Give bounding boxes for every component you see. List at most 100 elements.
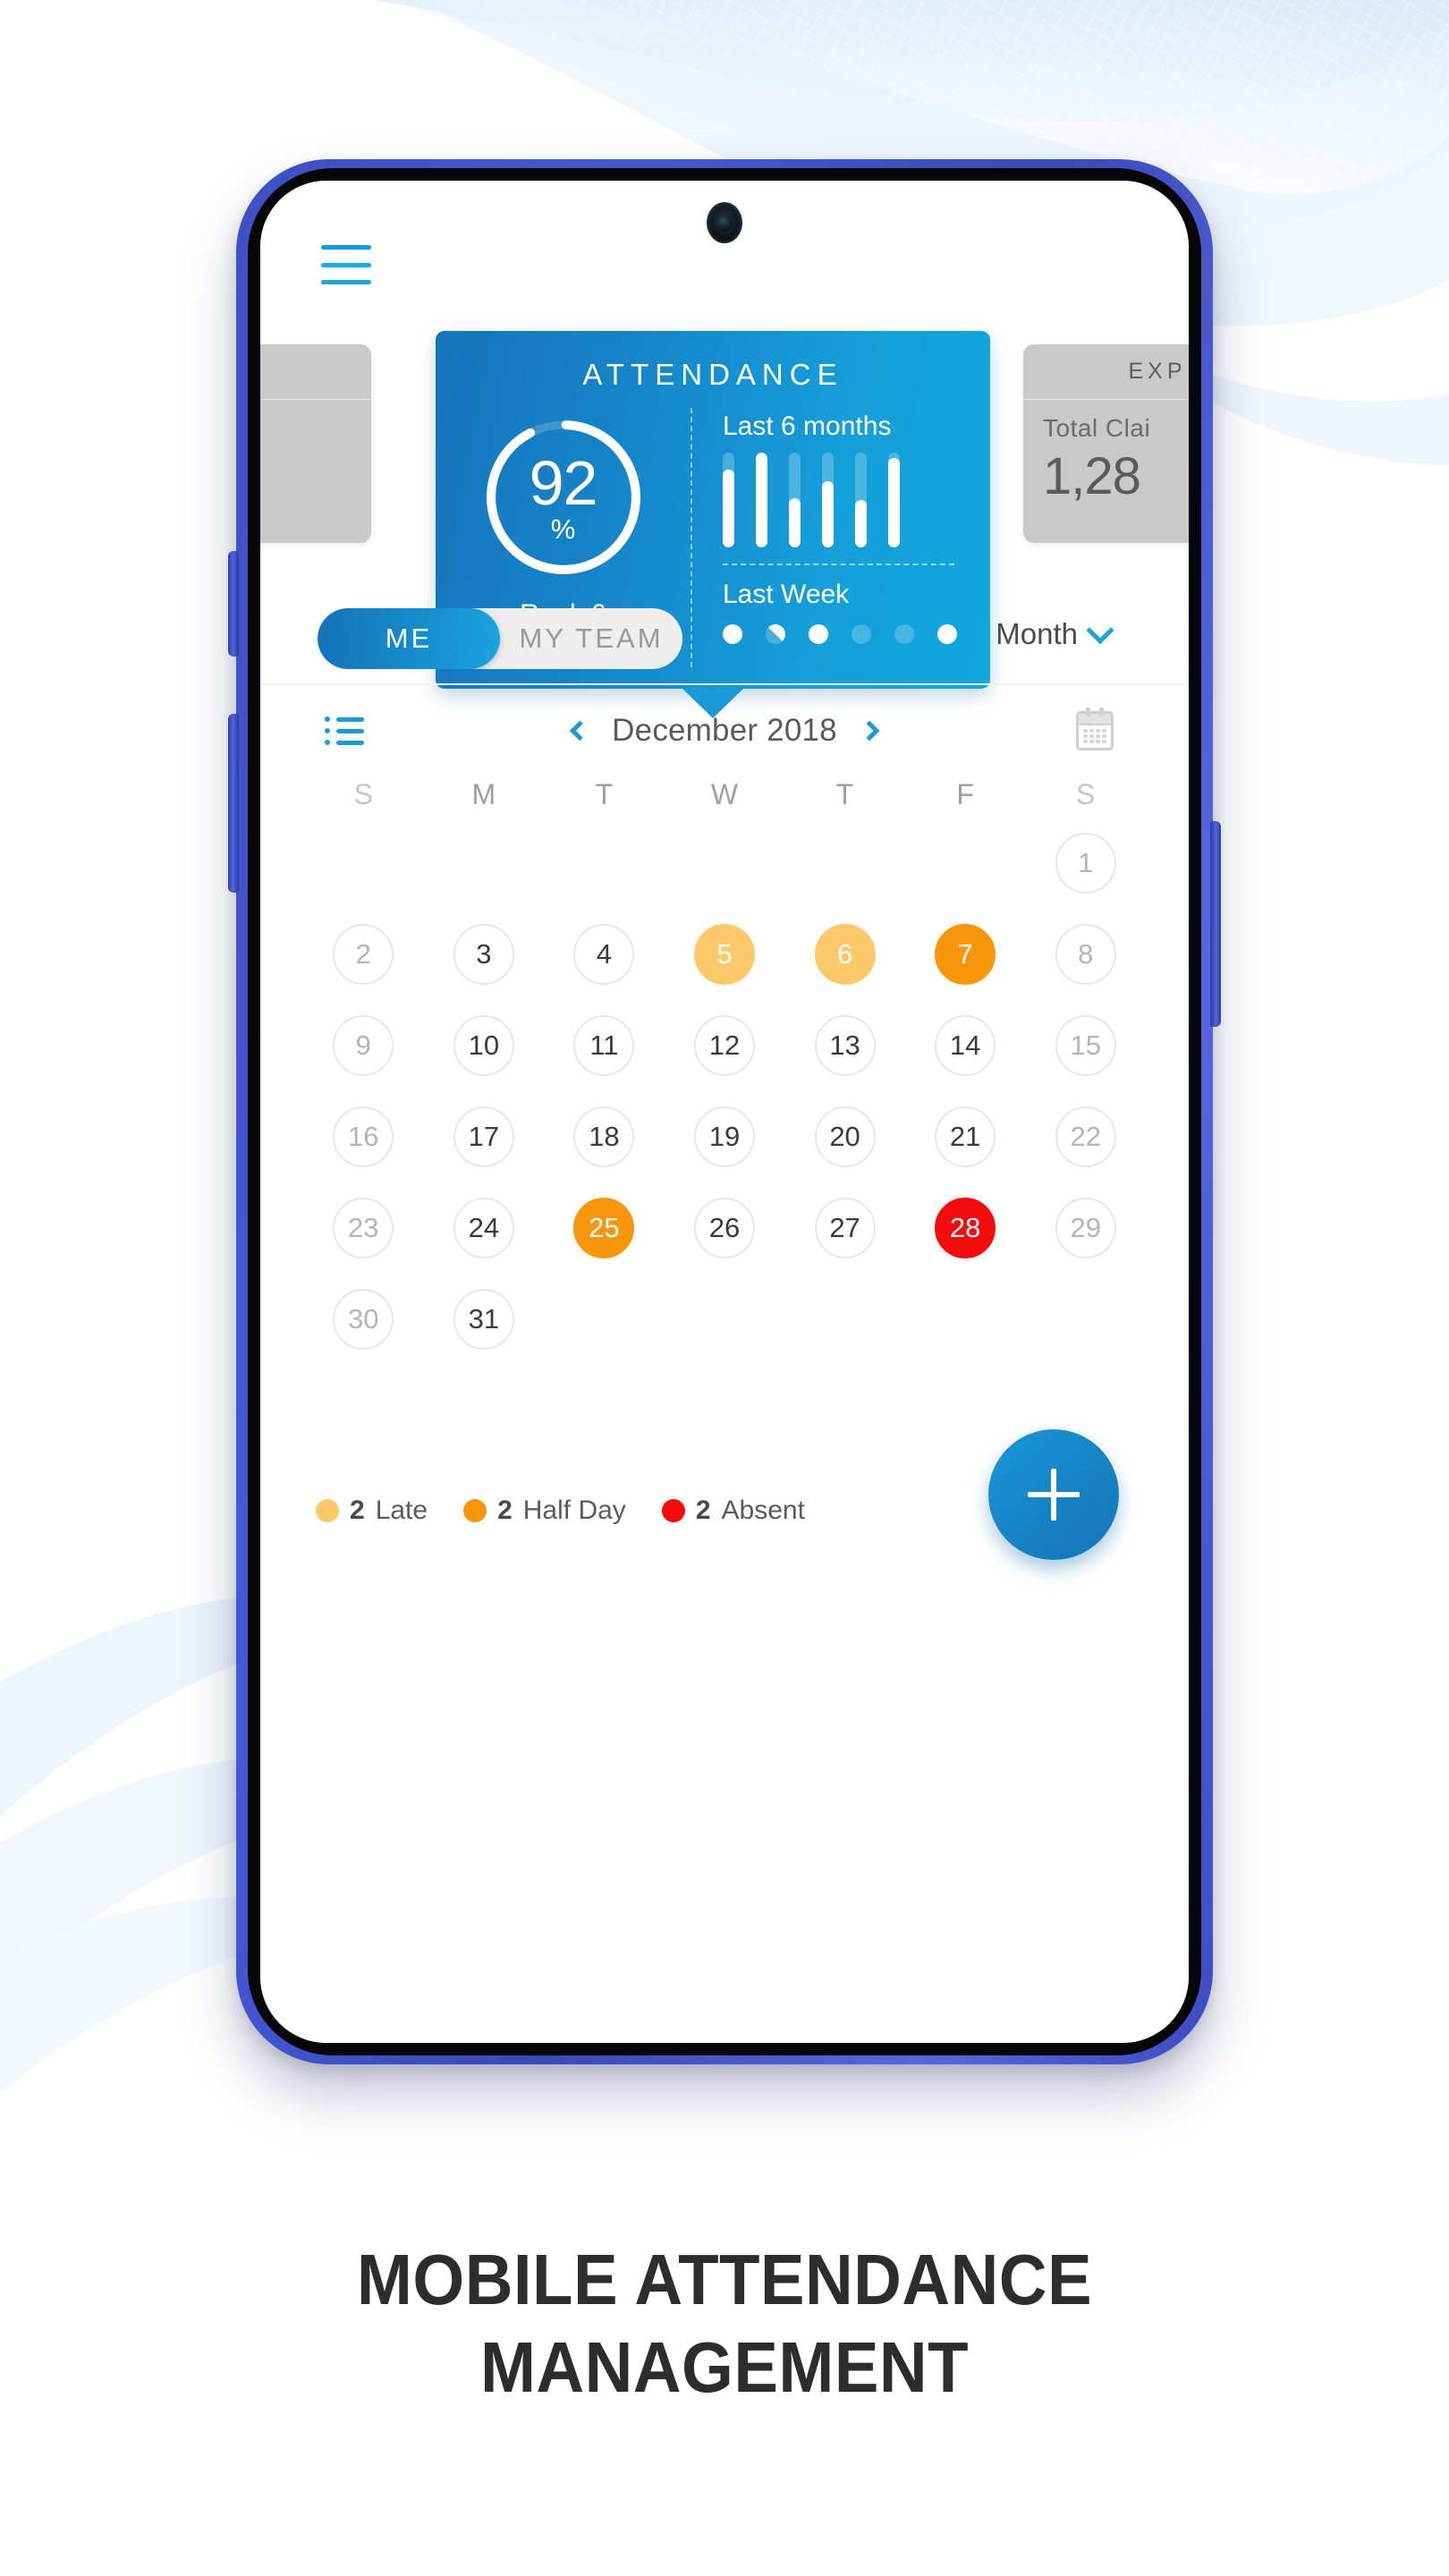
tab-my-team[interactable]: MY TEAM (500, 608, 682, 669)
calendar-day-empty (694, 833, 755, 894)
legend-swatch-absent (661, 1499, 685, 1522)
calendar-day-empty (573, 833, 634, 894)
calendar-day-1[interactable]: 1 (1055, 833, 1116, 894)
calendar-day-cell: 7 (905, 915, 1026, 994)
summary-cards-carousel[interactable]: S :30 hrs 7.3 kms (260, 331, 1189, 718)
legend-item-absent: 2 Absent (661, 1496, 805, 1526)
calendar-day-21[interactable]: 21 (935, 1106, 996, 1167)
calendar-day-empty (935, 833, 996, 894)
page-root: S :30 hrs 7.3 kms (0, 0, 1449, 2576)
legend-label: Late (375, 1496, 428, 1525)
calendar-day-cell (303, 824, 424, 902)
list-view-icon[interactable] (325, 716, 364, 745)
calendar-day-2[interactable]: 2 (333, 924, 394, 985)
calendar-day-cell (544, 1280, 665, 1359)
calendar-day-10[interactable]: 10 (453, 1015, 514, 1076)
menu-line (321, 280, 371, 284)
calendar-day-cell: 5 (665, 915, 785, 994)
scope-toggle[interactable]: ME MY TEAM (318, 608, 682, 669)
calendar-day-4[interactable]: 4 (573, 924, 635, 985)
calendar-day-cell: 26 (665, 1189, 785, 1267)
calendar-day-cell: 9 (303, 1006, 424, 1085)
calendar-day-7[interactable]: 7 (935, 924, 996, 985)
calendar-grid: 1 2 3 4 5 6 7 8 9 10 11 12 13 14 15 16 17 18 19 20 21 22 23 24 2… (260, 824, 1189, 1359)
calendar-day-16[interactable]: 16 (333, 1106, 394, 1167)
calendar-day-5[interactable]: 5 (693, 924, 755, 985)
month-bar (789, 453, 801, 547)
calendar-day-29[interactable]: 29 (1055, 1198, 1116, 1258)
calendar-day-cell (1025, 1280, 1146, 1359)
calendar-day-cell: 31 (424, 1280, 545, 1359)
calendar-day-empty (815, 1289, 876, 1350)
calendar-day-cell: 22 (1025, 1097, 1146, 1176)
power-button[interactable] (1210, 821, 1221, 1027)
chevron-down-icon (1086, 616, 1114, 645)
app-viewport: S :30 hrs 7.3 kms (260, 181, 1189, 2043)
calendar-day-15[interactable]: 15 (1055, 1015, 1116, 1076)
last-6-months-bar-chart (723, 453, 990, 547)
calendar-day-cell: 11 (544, 1006, 665, 1085)
month-bar (756, 453, 767, 547)
calendar-day-12[interactable]: 12 (693, 1015, 755, 1076)
month-bar (855, 453, 867, 547)
expense-card-value: 1,28 (1043, 447, 1141, 505)
calendar-day-25[interactable]: 25 (573, 1198, 635, 1258)
calendar-view-icon[interactable] (1076, 708, 1114, 750)
tab-me[interactable]: ME (318, 608, 500, 669)
calendar-day-cell: 17 (424, 1097, 545, 1176)
calendar-day-cell: 27 (784, 1189, 905, 1267)
legend-swatch-half-day (463, 1499, 487, 1522)
calendar-day-31[interactable]: 31 (453, 1289, 514, 1350)
calendar-day-22[interactable]: 22 (1055, 1106, 1116, 1167)
calendar-day-14[interactable]: 14 (935, 1015, 996, 1076)
legend-label: Half Day (522, 1496, 626, 1525)
calendar-day-18[interactable]: 18 (573, 1106, 635, 1167)
calendar-day-8[interactable]: 8 (1055, 924, 1116, 985)
hamburger-menu-icon[interactable] (321, 245, 371, 284)
section-divider (260, 683, 1189, 685)
month-bar (888, 453, 900, 547)
calendar-day-30[interactable]: 30 (333, 1289, 394, 1350)
calendar-day-26[interactable]: 26 (693, 1198, 755, 1258)
calendar-day-empty (1055, 1289, 1116, 1350)
calendar-day-11[interactable]: 11 (573, 1015, 635, 1076)
calendar-day-cell: 29 (1025, 1189, 1146, 1267)
menu-line (321, 262, 371, 267)
calendar-day-23[interactable]: 23 (333, 1198, 394, 1258)
legend-item-late: 2 Late (316, 1496, 428, 1526)
legend-count: 2 (497, 1496, 513, 1525)
attendance-card-title: ATTENDANCE (582, 358, 843, 391)
chevron-left-icon[interactable] (569, 720, 590, 741)
calendar-day-cell (665, 824, 785, 902)
period-dropdown[interactable]: Month (996, 616, 1114, 651)
volume-up-button[interactable] (228, 551, 239, 657)
timesheet-card[interactable]: S :30 hrs 7.3 kms (260, 344, 371, 543)
calendar-day-cell: 19 (665, 1097, 785, 1176)
volume-down-button[interactable] (228, 714, 239, 893)
calendar-day-28[interactable]: 28 (935, 1198, 996, 1258)
expense-card[interactable]: EXP Total Clai 1,28 (1023, 344, 1189, 543)
calendar-day-cell: 12 (665, 1006, 785, 1085)
calendar-day-empty (453, 833, 514, 894)
calendar-day-27[interactable]: 27 (814, 1198, 876, 1258)
legend-swatch-late (316, 1499, 339, 1522)
calendar-day-3[interactable]: 3 (453, 924, 514, 985)
menu-line (321, 245, 371, 250)
calendar-day-cell: 24 (424, 1189, 545, 1267)
calendar-day-9[interactable]: 9 (333, 1015, 394, 1076)
calendar-day-19[interactable]: 19 (693, 1106, 755, 1167)
chevron-right-icon[interactable] (859, 720, 880, 741)
calendar-day-24[interactable]: 24 (453, 1198, 514, 1258)
period-dropdown-label: Month (996, 617, 1078, 650)
calendar-day-17[interactable]: 17 (453, 1106, 514, 1167)
calendar-day-cell: 21 (905, 1097, 1026, 1176)
add-entry-fab[interactable] (988, 1429, 1119, 1560)
weekday-label: T (835, 778, 854, 810)
calendar-day-20[interactable]: 20 (814, 1106, 876, 1167)
calendar-day-6[interactable]: 6 (814, 924, 876, 985)
weekday-label: F (956, 778, 974, 810)
calendar-day-empty (815, 833, 876, 894)
calendar-week-row: 2345678 (260, 915, 1189, 994)
calendar-day-13[interactable]: 13 (814, 1015, 876, 1076)
phone-device: S :30 hrs 7.3 kms (228, 159, 1221, 2064)
